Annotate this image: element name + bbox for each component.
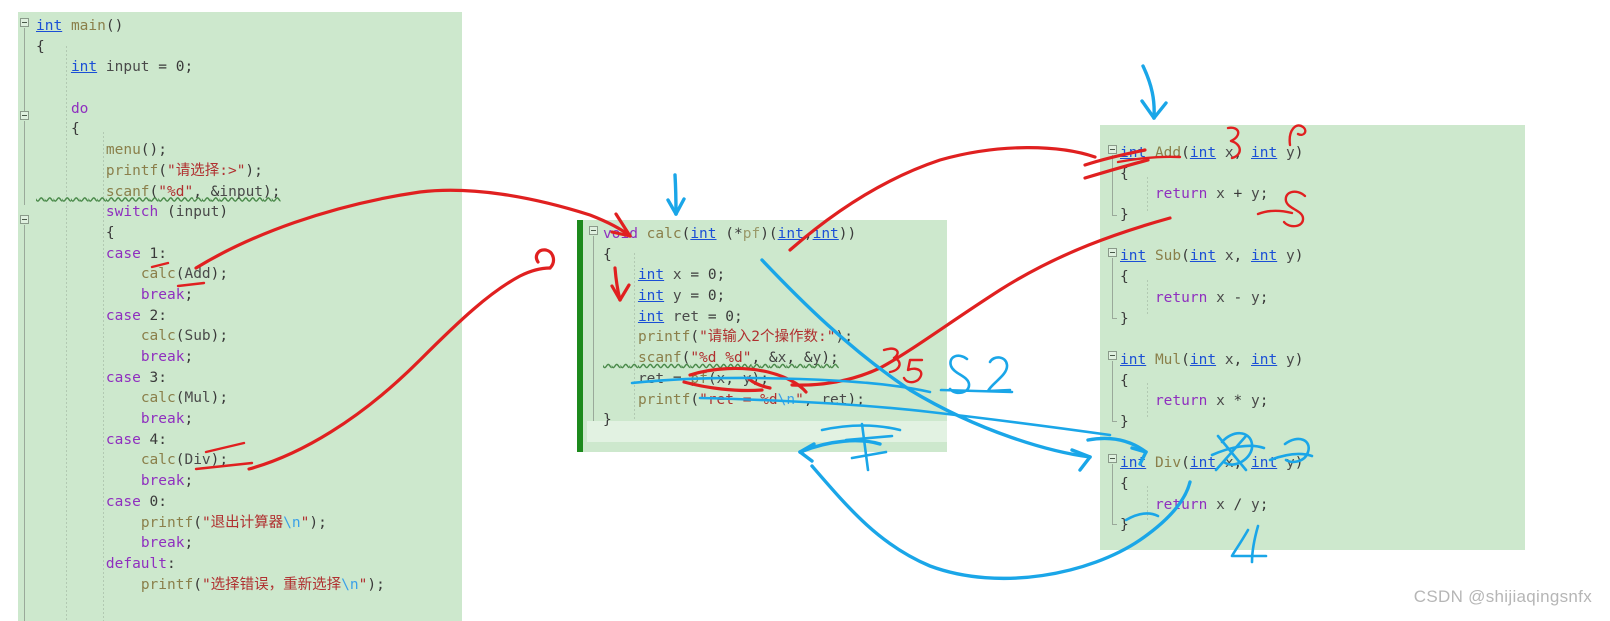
fold-marker-add[interactable] bbox=[1108, 145, 1117, 154]
right-code-panel: int Add(int x, int y){ return x + y;} in… bbox=[1100, 125, 1525, 550]
fold-marker-do[interactable] bbox=[20, 111, 29, 120]
right-gutter bbox=[1106, 125, 1120, 550]
middle-code-panel: void calc(int (*pf)(int,int)){ int x = 0… bbox=[577, 220, 947, 452]
fold-marker-sub[interactable] bbox=[1108, 248, 1117, 257]
middle-gutter bbox=[587, 220, 601, 452]
left-code-panel: int main(){ int input = 0; do { menu(); … bbox=[18, 12, 462, 621]
fold-marker-calc[interactable] bbox=[589, 226, 598, 235]
fold-marker-div[interactable] bbox=[1108, 454, 1117, 463]
fold-marker-switch[interactable] bbox=[20, 215, 29, 224]
left-code-text: int main(){ int input = 0; do { menu(); … bbox=[36, 18, 385, 593]
left-gutter bbox=[18, 12, 32, 621]
watermark: CSDN @shijiaqingsnfx bbox=[1413, 587, 1592, 606]
fold-marker-main[interactable] bbox=[20, 18, 29, 27]
middle-code-text: void calc(int (*pf)(int,int)){ int x = 0… bbox=[603, 226, 865, 429]
fold-marker-mul[interactable] bbox=[1108, 351, 1117, 360]
change-indicator-bar bbox=[577, 220, 583, 452]
right-code-text: int Add(int x, int y){ return x + y;} in… bbox=[1120, 145, 1304, 534]
